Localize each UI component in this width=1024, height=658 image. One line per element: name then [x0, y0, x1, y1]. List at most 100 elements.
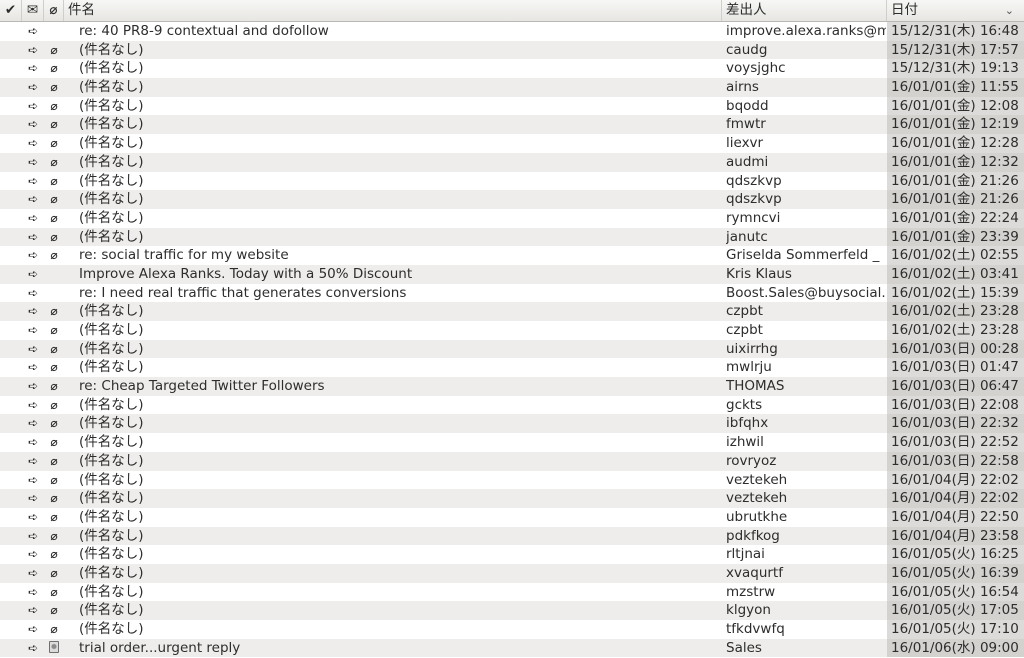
message-row[interactable]: ➪ ⌀ (件名なし) gckts 16/01/03(日) 22:08: [0, 395, 1024, 415]
message-row[interactable]: ➪ trial order...urgent reply Sales 16/01/06…: [0, 638, 1024, 658]
message-date: 16/01/02(土) 23:28: [887, 302, 1024, 321]
no-attachment-cell: [46, 265, 62, 284]
forwarded-arrow-icon: ➪: [27, 547, 39, 562]
message-row[interactable]: ➪ ⌀ (件名なし) bqodd 16/01/01(金) 12:08: [0, 96, 1024, 116]
message-sender: fmwtr: [726, 116, 766, 133]
paperclip-icon: ⌀: [50, 397, 58, 412]
message-sender: voysjghc: [726, 60, 786, 77]
message-subject: trial order...urgent reply: [79, 639, 241, 656]
message-date: 16/01/03(日) 06:47: [887, 377, 1024, 396]
forwarded-arrow-icon: ➪: [27, 360, 39, 375]
message-sender: THOMAS: [726, 378, 785, 395]
message-list-header: ✔ ✉ ⌀ 件名 差出人 日付 ⌄: [0, 0, 1024, 22]
paperclip-icon: ⌀: [50, 584, 58, 599]
message-subject: (件名なし): [79, 79, 144, 96]
message-row[interactable]: ➪ ⌀ (件名なし) rymncvi 16/01/01(金) 22:24: [0, 208, 1024, 228]
message-date: 16/01/05(火) 16:54: [887, 582, 1024, 602]
forwarded-arrow-icon: ➪: [27, 565, 39, 580]
forwarded-arrow-icon: ➪: [27, 173, 39, 188]
message-row[interactable]: ➪ ⌀ (件名なし) fmwtr 16/01/01(金) 12:19: [0, 115, 1024, 135]
paperclip-icon: ⌀: [50, 80, 58, 95]
message-sender: mzstrw: [726, 583, 776, 600]
message-sender: gckts: [726, 396, 763, 413]
message-row[interactable]: ➪ ⌀ (件名なし) ubrutkhe 16/01/04(月) 22:50: [0, 507, 1024, 527]
message-sender: janutc: [726, 228, 768, 245]
message-row[interactable]: ➪ ⌀ (件名なし) liexvr 16/01/01(金) 12:28: [0, 134, 1024, 153]
message-subject: (件名なし): [79, 322, 144, 338]
forwarded-arrow-icon: ➪: [27, 304, 39, 319]
status-column-header[interactable]: ✉: [22, 0, 44, 21]
paperclip-icon: ⌀: [50, 360, 58, 375]
message-sender: tfkdvwfq: [726, 621, 785, 637]
paperclip-icon: ⌀: [50, 61, 58, 76]
message-sender: Kris Klaus: [726, 265, 792, 282]
message-row[interactable]: ➪ ⌀ (件名なし) voysjghc 15/12/31(木) 19:13: [0, 59, 1024, 79]
message-subject: (件名なし): [79, 60, 144, 77]
message-sender: rovryoz: [726, 452, 777, 469]
message-subject: (件名なし): [79, 621, 144, 637]
message-subject: (件名なし): [79, 191, 144, 208]
check-icon: ✔: [4, 2, 17, 18]
message-row[interactable]: ➪ ⌀ (件名なし) rltjnai 16/01/05(火) 16:25: [0, 545, 1024, 564]
message-row[interactable]: ➪ ⌀ (件名なし) janutc 16/01/01(金) 23:39: [0, 227, 1024, 247]
message-row[interactable]: ➪ ⌀ (件名なし) czpbt 16/01/02(土) 23:28: [0, 321, 1024, 340]
message-sender: audmi: [726, 153, 769, 170]
message-date: 16/01/05(火) 17:10: [887, 620, 1024, 639]
message-sender: veztekeh: [726, 471, 788, 488]
forwarded-arrow-icon: ➪: [27, 603, 39, 618]
read-status-column-header[interactable]: ✔: [0, 0, 22, 21]
message-row[interactable]: ➪ ⌀ re: social traffic for my website Grise…: [0, 246, 1024, 265]
message-date: 16/01/02(土) 15:39: [887, 283, 1024, 303]
message-row[interactable]: ➪ re: 40 PR8-9 contextual and dofollow imp…: [0, 22, 1024, 41]
attachment-column-header[interactable]: ⌀: [44, 0, 64, 21]
message-row[interactable]: ➪ ⌀ re: Cheap Targeted Twitter Followers TH…: [0, 377, 1024, 396]
forwarded-arrow-icon: ➪: [27, 509, 39, 524]
message-subject: (件名なし): [79, 471, 144, 488]
message-sender: qdszkvp: [726, 172, 782, 189]
message-subject: (件名なし): [79, 546, 144, 563]
message-row[interactable]: ➪ ⌀ (件名なし) uixirrhg 16/01/03(日) 00:28: [0, 339, 1024, 359]
message-subject: re: 40 PR8-9 contextual and dofollow: [79, 23, 329, 39]
message-sender: czpbt: [726, 303, 763, 320]
message-row[interactable]: ➪ ⌀ (件名なし) izhwil 16/01/03(日) 22:52: [0, 433, 1024, 452]
message-date: 16/01/02(土) 02:55: [887, 246, 1024, 265]
message-row[interactable]: ➪ ⌀ (件名なし) mwlrju 16/01/03(日) 01:47: [0, 358, 1024, 378]
subject-column-header[interactable]: 件名: [64, 0, 722, 21]
no-attachment-cell: [46, 284, 62, 303]
message-row[interactable]: ➪ ⌀ (件名なし) audmi 16/01/01(金) 12:32: [0, 152, 1024, 172]
forwarded-arrow-icon: ➪: [27, 397, 39, 412]
message-row[interactable]: ➪ ⌀ (件名なし) czpbt 16/01/02(土) 23:28: [0, 302, 1024, 321]
message-row[interactable]: ➪ ⌀ (件名なし) tfkdvwfq 16/01/05(火) 17:10: [0, 620, 1024, 639]
message-date: 16/01/04(月) 22:50: [887, 507, 1024, 527]
message-row[interactable]: ➪ ⌀ (件名なし) qdszkvp 16/01/01(金) 21:26: [0, 190, 1024, 209]
message-row[interactable]: ➪ ⌀ (件名なし) veztekeh 16/01/04(月) 22:02: [0, 470, 1024, 490]
message-sender: mwlrju: [726, 359, 772, 376]
message-row[interactable]: ➪ ⌀ (件名なし) rovryoz 16/01/03(日) 22:58: [0, 451, 1024, 471]
forwarded-arrow-icon: ➪: [27, 210, 39, 225]
message-row[interactable]: ➪ ⌀ (件名なし) ibfqhx 16/01/03(日) 22:32: [0, 414, 1024, 434]
message-row[interactable]: ➪ ⌀ (件名なし) veztekeh 16/01/04(月) 22:02: [0, 489, 1024, 508]
message-row[interactable]: ➪ ⌀ (件名なし) qdszkvp 16/01/01(金) 21:26: [0, 171, 1024, 191]
message-row[interactable]: ➪ ⌀ (件名なし) xvaqurtf 16/01/05(火) 16:39: [0, 563, 1024, 583]
message-sender: uixirrhg: [726, 340, 778, 357]
message-date: 15/12/31(木) 19:13: [887, 59, 1024, 79]
message-row[interactable]: ➪ re: I need real traffic that generates …: [0, 283, 1024, 303]
paperclip-icon: ⌀: [50, 154, 58, 169]
message-row[interactable]: ➪ ⌀ (件名なし) klgyon 16/01/05(火) 17:05: [0, 601, 1024, 620]
message-sender: czpbt: [726, 322, 763, 338]
message-row[interactable]: ➪ ⌀ (件名なし) mzstrw 16/01/05(火) 16:54: [0, 582, 1024, 602]
message-date: 16/01/01(金) 12:08: [887, 96, 1024, 116]
message-row[interactable]: ➪ Improve Alexa Ranks. Today with a 50% D…: [0, 264, 1024, 284]
message-date: 16/01/05(火) 17:05: [887, 601, 1024, 620]
message-date: 16/01/01(金) 12:28: [887, 134, 1024, 153]
message-row[interactable]: ➪ ⌀ (件名なし) airns 16/01/01(金) 11:55: [0, 78, 1024, 97]
message-row[interactable]: ➪ ⌀ (件名なし) caudg 15/12/31(木) 17:57: [0, 40, 1024, 60]
date-column-header[interactable]: 日付 ⌄: [887, 0, 1024, 21]
message-date: 16/01/03(日) 22:58: [887, 451, 1024, 471]
paperclip-icon: ⌀: [50, 229, 58, 244]
message-row[interactable]: ➪ ⌀ (件名なし) pdkfkog 16/01/04(月) 23:58: [0, 526, 1024, 546]
message-sender: bqodd: [726, 97, 769, 114]
from-column-header[interactable]: 差出人: [722, 0, 887, 21]
message-list: ➪ re: 40 PR8-9 contextual and dofollow imp…: [0, 22, 1024, 658]
paperclip-icon: ⌀: [50, 323, 58, 337]
